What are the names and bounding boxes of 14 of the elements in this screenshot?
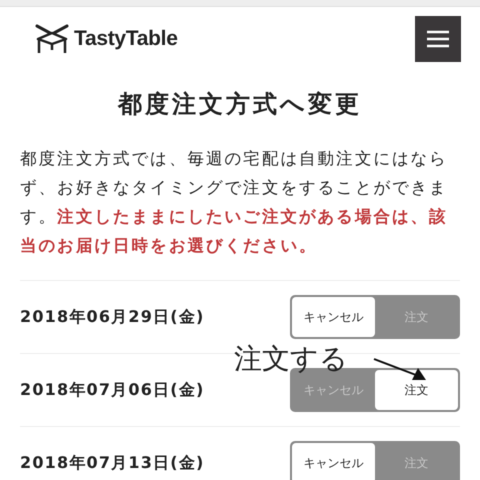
page-title: 都度注文方式へ変更	[116, 89, 363, 120]
delivery-date: 2018年06月29日(金)	[20, 306, 204, 328]
toggle-option[interactable]: 注文	[375, 370, 458, 410]
annotation-text: 注文する	[234, 341, 348, 377]
menu-button[interactable]	[415, 16, 461, 62]
table-logo-icon	[34, 23, 70, 55]
menu-icon	[427, 30, 449, 48]
intro-paragraph: 都度注文方式では、毎週の宅配は自動注文にはならず、お好きなタイミングで注文をすることができます。注文したままにしたいご注文がある場合は、該当のお届け日時をお選びください。	[20, 148, 449, 257]
delivery-date: 2018年07月13日(金)	[20, 452, 204, 474]
delivery-date: 2018年07月06日(金)	[20, 380, 204, 400]
annotation-arrow	[372, 356, 428, 382]
logo-text: TastyTable	[74, 27, 178, 51]
toggle-option[interactable]: キャンセル	[292, 443, 375, 480]
toggle-option[interactable]: キャンセル	[292, 297, 375, 337]
